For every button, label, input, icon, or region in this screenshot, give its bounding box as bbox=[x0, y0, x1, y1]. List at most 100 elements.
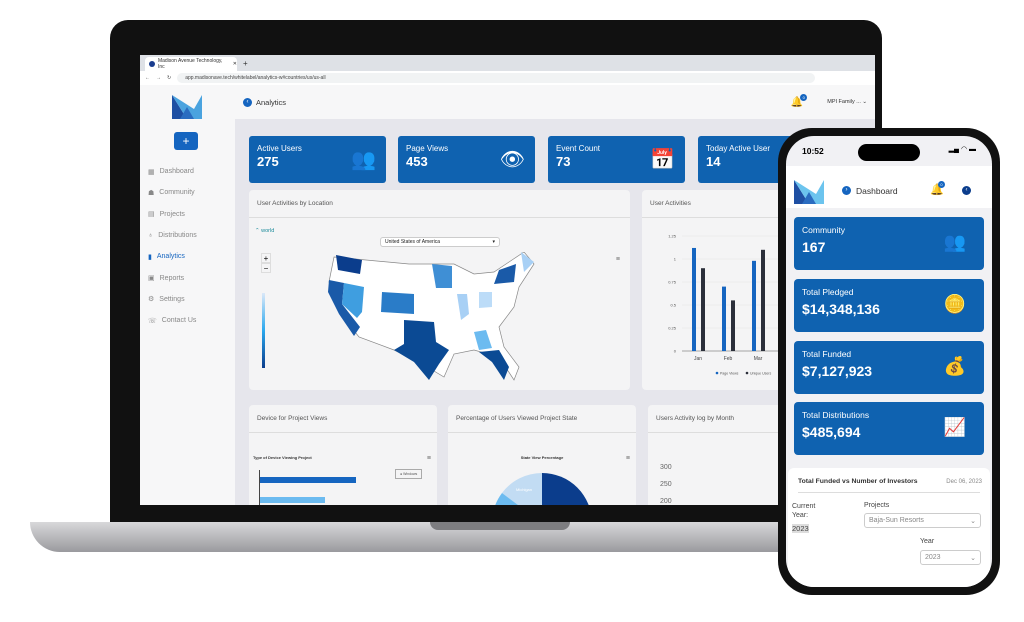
users-icon: 👥 bbox=[351, 149, 376, 171]
chart-title: Type of Device Viewing Project bbox=[253, 455, 312, 460]
legend-marker bbox=[745, 371, 749, 375]
close-tab-icon[interactable]: ✕ bbox=[233, 61, 237, 67]
notification-badge: 0 bbox=[938, 181, 945, 188]
y-tick-label: 1.25 bbox=[668, 234, 677, 239]
phone-frame: 10:52 ▂▄ ◠ ▬ › Dashboard 🔔 0 ‹ Community… bbox=[778, 128, 1000, 595]
users-icon: ☗ bbox=[148, 189, 155, 197]
status-time: 10:52 bbox=[802, 146, 824, 156]
laptop-notch bbox=[430, 522, 570, 530]
label: Projects bbox=[159, 210, 185, 218]
coins-icon: 🪙 bbox=[943, 294, 966, 314]
color-legend bbox=[262, 293, 265, 368]
sidebar-item-community[interactable]: ☗ Community bbox=[148, 182, 197, 203]
briefcase-icon: ▤ bbox=[148, 211, 155, 219]
sidebar-item-contact-us[interactable]: ☏ Contact Us bbox=[148, 310, 197, 331]
device-card: Device for Project Views Type of Device … bbox=[249, 405, 437, 505]
state-percentage-card: Percentage of Users Viewed Project State… bbox=[448, 405, 636, 505]
current-year-value: 2023 bbox=[792, 524, 809, 533]
account-menu[interactable]: MPI Family ... ⌄ bbox=[827, 99, 867, 105]
back-chevron-icon[interactable]: ‹ bbox=[243, 97, 252, 107]
sidebar-item-dashboard[interactable]: ▦ Dashboard bbox=[148, 161, 197, 182]
legend: ● Windows bbox=[395, 469, 423, 479]
label: Analytics bbox=[156, 253, 185, 261]
add-button[interactable]: + bbox=[174, 132, 198, 150]
legend-label: Page Views bbox=[720, 372, 739, 376]
phone-screen: 10:52 ▂▄ ◠ ▬ › Dashboard 🔔 0 ‹ Community… bbox=[786, 136, 992, 587]
y-tick-label: 0.5 bbox=[670, 303, 676, 308]
label: Distributions bbox=[158, 232, 197, 240]
new-tab-icon[interactable]: + bbox=[243, 59, 248, 68]
projects-select[interactable]: Baja-Sun Resorts ⌄ bbox=[864, 513, 981, 528]
y-tick-label: 1 bbox=[674, 257, 677, 262]
state-colorado bbox=[381, 292, 414, 314]
state-ohio bbox=[479, 292, 492, 308]
pie-chart: Michigan bbox=[495, 473, 589, 505]
back-icon[interactable]: ← bbox=[145, 75, 150, 81]
year-select[interactable]: 2023 ⌄ bbox=[920, 550, 981, 565]
map-card: User Activities by Location ⌃ world Unit… bbox=[249, 190, 630, 390]
laptop-screen: Madison Avenue Technology, Inc ✕ + ← → ↻ ap… bbox=[140, 55, 875, 505]
page-title: Dashboard bbox=[856, 186, 898, 196]
zoom-in-button[interactable]: + bbox=[261, 253, 271, 263]
bar-page-views bbox=[752, 260, 756, 351]
menu-icon[interactable]: ≡ bbox=[616, 256, 620, 263]
sidebar-item-projects[interactable]: ▤ Projects bbox=[148, 204, 197, 225]
section-title: Total Funded vs Number of Investors bbox=[798, 478, 918, 485]
label: Reports bbox=[159, 274, 185, 282]
sidebar-item-settings[interactable]: ⚙ Settings bbox=[148, 289, 197, 310]
card-title: User Activities by Location bbox=[249, 190, 630, 218]
label: Dashboard bbox=[159, 168, 194, 176]
menu-icon[interactable]: ≡ bbox=[427, 455, 431, 462]
address-bar: ← → ↻ app.madisonave.tech/whitelabel/analy… bbox=[140, 71, 875, 85]
year-label: Year bbox=[920, 538, 935, 545]
drill-up-label: world bbox=[261, 228, 275, 234]
sidebar-item-reports[interactable]: ▣ Reports bbox=[148, 267, 197, 288]
kpi-active-users: Active Users 275 👥 bbox=[249, 136, 386, 183]
projects-label: Projects bbox=[864, 502, 890, 509]
y-axis: 300 250 200 bbox=[660, 459, 672, 505]
card-title: Device for Project Views bbox=[249, 405, 437, 433]
browser-tabbar: Madison Avenue Technology, Inc ✕ + bbox=[140, 55, 875, 71]
chevron-right-icon[interactable]: › bbox=[842, 186, 851, 195]
legend-label: Unique Users bbox=[750, 372, 771, 376]
zoom-out-button[interactable]: − bbox=[261, 263, 271, 273]
pie-slice bbox=[542, 473, 589, 505]
chevron-down-icon: ▾ bbox=[492, 239, 495, 245]
legend-marker bbox=[715, 371, 719, 375]
chart-title: State View Percentage bbox=[520, 455, 564, 460]
collapse-icon[interactable]: ‹ bbox=[962, 186, 971, 195]
forward-icon[interactable]: → bbox=[156, 75, 161, 81]
url-field[interactable]: app.madisonave.tech/whitelabel/analytics… bbox=[177, 73, 815, 83]
bar-unique-users bbox=[731, 300, 735, 351]
sidebar-item-distributions[interactable]: ♁ Distributions bbox=[148, 225, 197, 246]
bar-unique-users bbox=[761, 249, 765, 351]
logo bbox=[794, 180, 824, 204]
label: Community bbox=[159, 189, 195, 197]
kpi-community: Community 167 👥 bbox=[794, 217, 984, 270]
money-bag-icon: ♁ bbox=[148, 232, 154, 240]
legend-label: Windows bbox=[403, 472, 418, 476]
reload-icon[interactable]: ↻ bbox=[167, 75, 171, 81]
chevron-down-icon: ⌄ bbox=[970, 554, 976, 562]
section-date: Dec 06, 2023 bbox=[946, 479, 982, 485]
browser-tab[interactable]: Madison Avenue Technology, Inc ✕ bbox=[145, 57, 237, 71]
sidebar-item-analytics[interactable]: ▮ Analytics bbox=[148, 246, 197, 267]
drill-up-link[interactable]: ⌃ world bbox=[255, 228, 274, 234]
x-tick-label: Mar bbox=[754, 356, 763, 362]
eye-icon: 👁 bbox=[499, 149, 525, 171]
label: Contact Us bbox=[161, 317, 197, 325]
bell-icon[interactable]: 🔔 0 bbox=[791, 93, 808, 108]
divider bbox=[798, 492, 980, 493]
country-select[interactable]: United States of America ▾ bbox=[380, 237, 500, 247]
funded-section: Total Funded vs Number of Investors Dec … bbox=[788, 468, 990, 587]
sidebar: + ▦ Dashboard ☗ Community ▤ Projects ♁ Distr… bbox=[140, 85, 235, 505]
money-bag-icon: 💰 bbox=[943, 356, 966, 376]
y-tick-label: 0 bbox=[674, 349, 677, 354]
country-select-value: United States of America bbox=[385, 239, 441, 245]
calendar-icon: 📅 bbox=[650, 149, 675, 171]
menu-icon[interactable]: ≡ bbox=[626, 455, 630, 462]
kpi-total-pledged: Total Pledged $14,348,136 🪙 bbox=[794, 279, 984, 332]
tick-label: 200 bbox=[660, 498, 672, 505]
account-name: MPI Family ... bbox=[827, 99, 861, 105]
report-icon: ▣ bbox=[148, 275, 155, 283]
